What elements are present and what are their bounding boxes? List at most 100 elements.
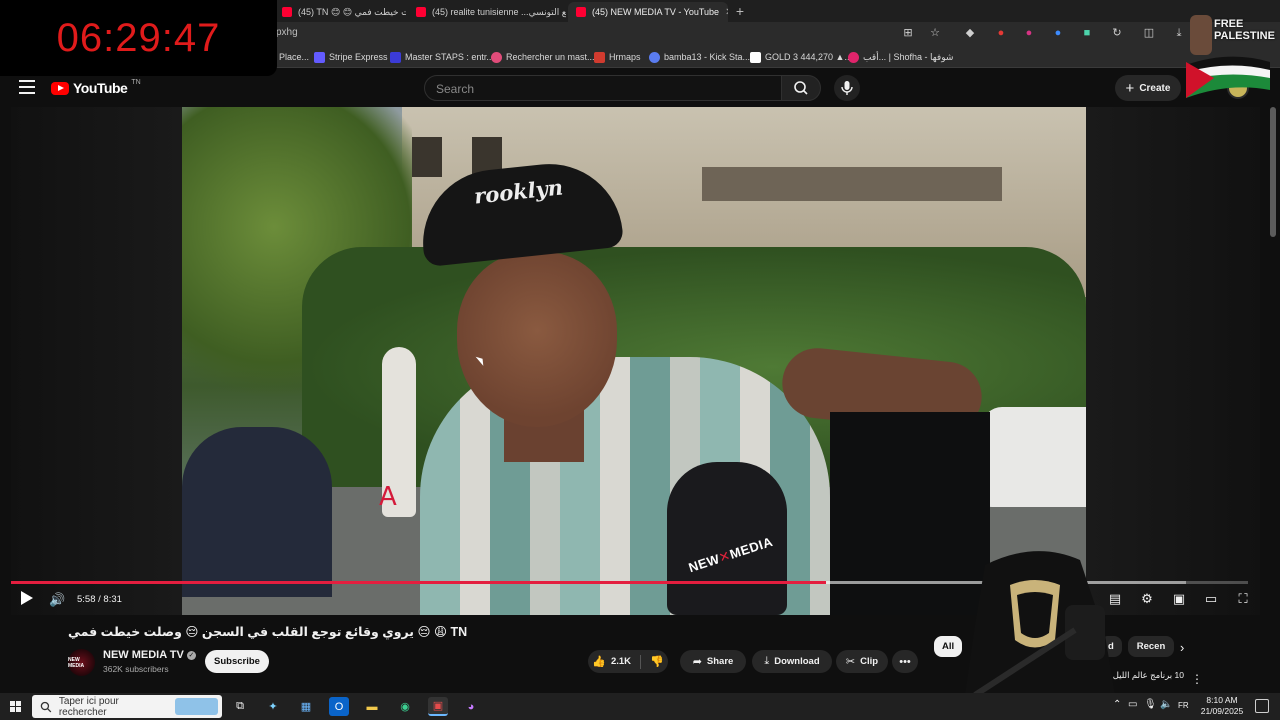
bookmark-item[interactable]: أقب... | Shofha - شوفها bbox=[848, 50, 953, 64]
shield-icon bbox=[390, 51, 401, 63]
more-dots-icon: ••• bbox=[899, 655, 911, 668]
install-app-icon[interactable]: ⊞ bbox=[901, 26, 915, 40]
create-label: Create bbox=[1139, 82, 1171, 94]
verified-check-icon: ✓ bbox=[186, 650, 196, 660]
new-tab-button[interactable]: + bbox=[732, 3, 748, 19]
close-icon[interactable]: ✕ bbox=[725, 7, 728, 18]
taskbar-clock[interactable]: 8:10 AM 21/09/2025 bbox=[1199, 695, 1245, 717]
like-count[interactable]: 2.1K bbox=[611, 656, 631, 667]
play-button[interactable] bbox=[20, 590, 34, 606]
thumbs-down-icon[interactable]: 👎 bbox=[650, 655, 664, 668]
extension-icon[interactable]: ● bbox=[1022, 26, 1036, 40]
bookmark-label: Rechercher un mast... bbox=[506, 52, 595, 62]
hamburger-menu-icon[interactable] bbox=[19, 80, 35, 94]
more-vertical-icon[interactable]: ⋮ bbox=[1191, 672, 1203, 686]
edge-icon[interactable]: ◉ bbox=[395, 697, 415, 716]
bookmark-item[interactable]: Place... bbox=[279, 50, 309, 64]
tab-title: (45) TN 😊 😊 وصلت خيطت فمي bbox=[298, 6, 406, 17]
windows-start-icon[interactable] bbox=[10, 701, 21, 712]
interviewee-face bbox=[457, 252, 617, 427]
plus-icon: + bbox=[1125, 79, 1135, 97]
bookmark-item[interactable]: Master STAPS : entr... bbox=[390, 50, 494, 64]
youtube-favicon bbox=[576, 7, 586, 17]
free-palestine-line: FREE bbox=[1214, 18, 1244, 30]
red-a-mark: A bbox=[379, 482, 397, 512]
app-icon[interactable]: ◕ bbox=[461, 697, 481, 716]
taskbar-search-input[interactable]: Taper ici pour rechercher bbox=[32, 695, 222, 718]
share-button[interactable]: ➦ Share bbox=[680, 650, 746, 673]
extension-icon[interactable]: ◆ bbox=[963, 26, 977, 40]
bookmark-item[interactable]: GOLD 3 444,270 ▲... bbox=[750, 50, 852, 64]
settings-gear-icon[interactable]: ⚙ bbox=[1139, 592, 1155, 606]
channel-avatar[interactable]: NEW MEDIA bbox=[68, 649, 95, 676]
volume-icon[interactable]: 🔊 bbox=[49, 592, 65, 608]
video-frame[interactable]: rooklyn NEW✕MEDIA A bbox=[182, 107, 1086, 615]
page-scrollbar[interactable] bbox=[1270, 107, 1276, 237]
search-button[interactable] bbox=[781, 75, 821, 101]
free-palestine-line: PALESTINE bbox=[1214, 30, 1275, 42]
copilot-icon[interactable]: ✦ bbox=[263, 697, 283, 716]
youtube-play-icon bbox=[51, 81, 69, 95]
bookmark-item[interactable]: Stripe Express bbox=[314, 50, 388, 64]
voice-search-button[interactable] bbox=[834, 75, 860, 101]
clip-label: Clip bbox=[860, 656, 879, 667]
split-view-icon[interactable]: ◫ bbox=[1142, 26, 1156, 40]
chevron-right-icon[interactable]: › bbox=[1180, 640, 1184, 655]
search-input[interactable]: Search bbox=[424, 75, 782, 101]
microphone-tray-icon[interactable]: 🎙 bbox=[1144, 699, 1157, 710]
extension-icon[interactable]: ● bbox=[1051, 26, 1065, 40]
progress-played bbox=[11, 581, 827, 584]
extension-icon[interactable]: ● bbox=[994, 26, 1008, 40]
task-view-icon[interactable]: ⧉ bbox=[230, 697, 250, 716]
outlook-icon[interactable]: O bbox=[329, 697, 349, 716]
browser-tab-1[interactable]: (45) TN 😊 😊 وصلت خيطت فمي ✕ bbox=[274, 2, 406, 22]
clock-time: 06:29:47 bbox=[56, 15, 221, 60]
download-arrow-icon: ⤓ bbox=[764, 655, 770, 667]
file-explorer-icon[interactable]: ▬ bbox=[362, 697, 382, 716]
channel-name[interactable]: NEW MEDIA TV ✓ bbox=[103, 649, 196, 661]
youtube-logo[interactable]: YouTube TN bbox=[51, 79, 141, 96]
bookmark-item[interactable]: bamba13 - Kick Sta... bbox=[649, 50, 750, 64]
chip-recent[interactable]: Recen bbox=[1128, 636, 1174, 657]
bookmark-label: Place... bbox=[279, 52, 310, 62]
clip-button[interactable]: ✂ Clip bbox=[836, 650, 888, 673]
create-button[interactable]: + Create bbox=[1115, 75, 1181, 101]
refresh-icon[interactable]: ↻ bbox=[1110, 26, 1124, 40]
browser-tab-3[interactable]: (45) NEW MEDIA TV - YouTube ✕ bbox=[568, 2, 728, 22]
browser-tab-2[interactable]: (45) realite tunisienne ...وقائع التونسي… bbox=[408, 2, 566, 22]
miniplayer-icon[interactable]: ▣ bbox=[1171, 592, 1187, 606]
bookmark-label: bamba13 - Kick Sta... bbox=[664, 52, 751, 62]
microsoft-store-icon[interactable]: ▦ bbox=[296, 697, 316, 716]
tradingview-icon bbox=[750, 51, 761, 63]
extension-icon[interactable]: ■ bbox=[1080, 26, 1094, 40]
speaker-icon[interactable]: 🔈 bbox=[1160, 699, 1172, 710]
bookmark-star-icon[interactable]: ☆ bbox=[928, 26, 942, 40]
notification-icon[interactable] bbox=[1255, 699, 1269, 713]
network-icon[interactable]: ▭ bbox=[1128, 699, 1137, 710]
subscribe-button[interactable]: Subscribe bbox=[205, 650, 269, 673]
windows-taskbar: Taper ici pour rechercher ⧉ ✦ ▦ O ▬ ◉ ▣ … bbox=[0, 693, 1280, 720]
thumbs-up-icon[interactable]: 👍 bbox=[592, 655, 606, 668]
youtube-favicon bbox=[282, 7, 292, 17]
white-car bbox=[982, 407, 1086, 507]
crouching-person bbox=[182, 427, 332, 597]
channel-name-text: NEW MEDIA TV bbox=[103, 649, 184, 661]
fullscreen-icon[interactable]: ⛶ bbox=[1235, 592, 1251, 606]
screen: (45) TN 😊 😊 وصلت خيطت فمي ✕ (45) realite… bbox=[0, 0, 1280, 720]
language-indicator[interactable]: FR bbox=[1178, 701, 1189, 710]
search-icon bbox=[794, 81, 808, 95]
player-letterbox-right bbox=[1086, 107, 1260, 615]
video-player[interactable]: rooklyn NEW✕MEDIA A bbox=[11, 107, 1260, 615]
tray-chevron-icon[interactable]: ⌃ bbox=[1113, 699, 1121, 710]
app-icon-active[interactable]: ▣ bbox=[428, 697, 448, 716]
bookmark-item[interactable]: Rechercher un mast... bbox=[491, 50, 595, 64]
kickstarter-icon bbox=[649, 51, 660, 63]
more-actions-button[interactable]: ••• bbox=[892, 650, 918, 673]
url-text[interactable]: pxhg bbox=[276, 27, 298, 38]
building-window bbox=[412, 137, 442, 177]
stripe-icon bbox=[314, 51, 325, 63]
bookmark-item[interactable]: Hrmaps bbox=[594, 50, 641, 64]
theater-mode-icon[interactable]: ▭ bbox=[1203, 592, 1219, 606]
download-button[interactable]: ⤓ Download bbox=[752, 650, 832, 673]
taskbar-time: 8:10 AM bbox=[1206, 695, 1238, 705]
